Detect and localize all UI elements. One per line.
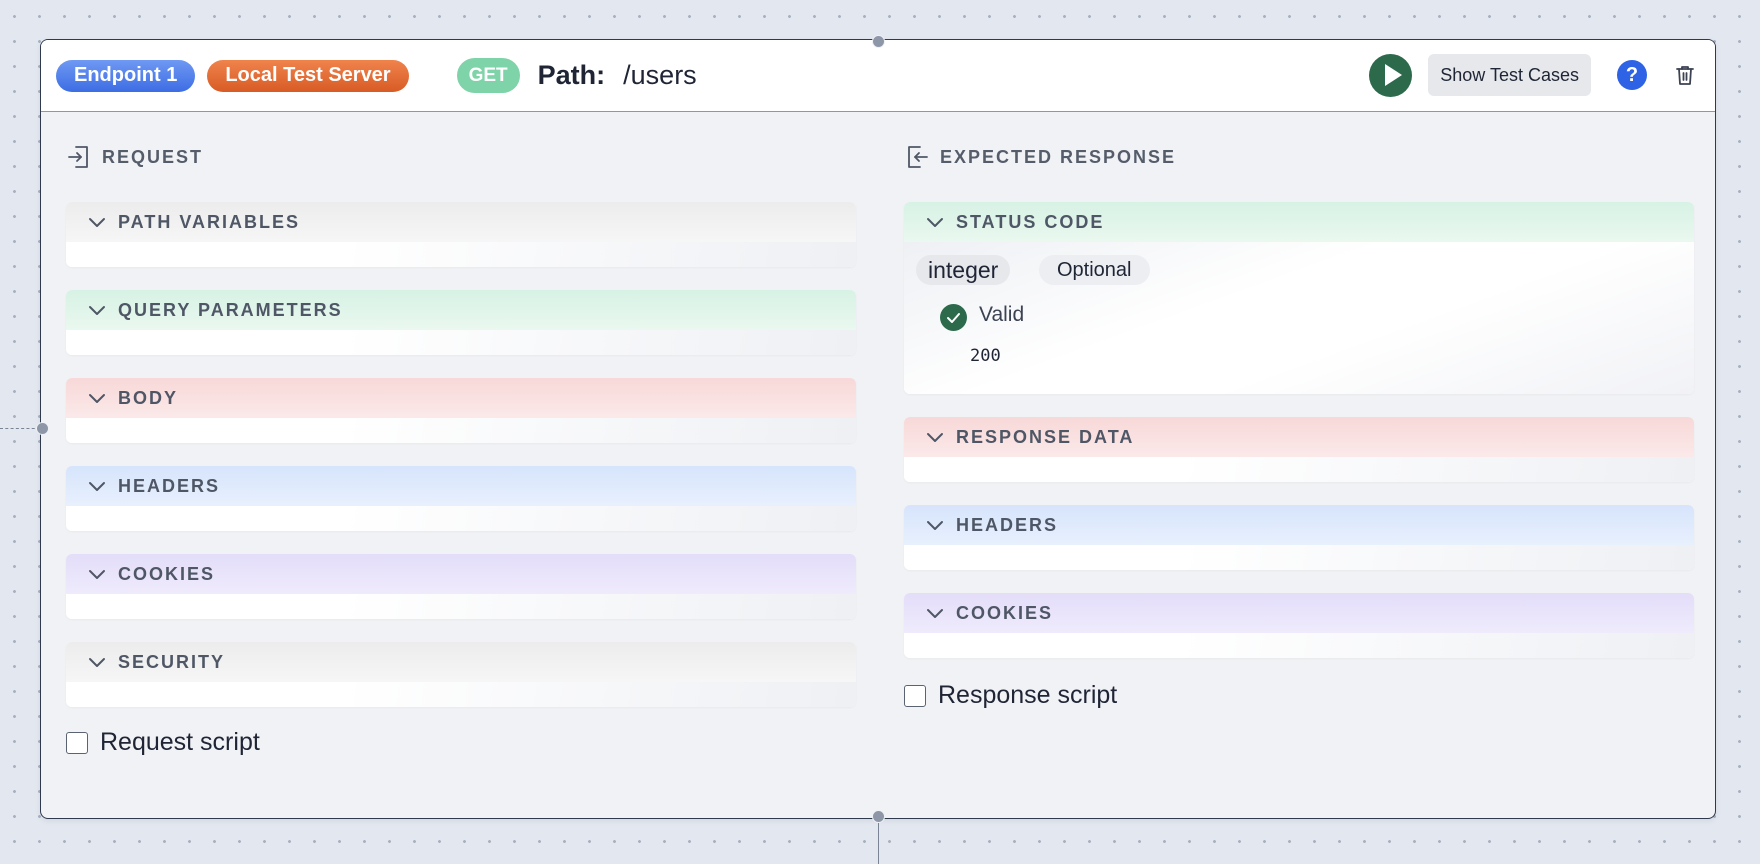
section-response-headers: HEADERS — [904, 505, 1694, 570]
section-body — [904, 545, 1694, 570]
section-header[interactable]: RESPONSE DATA — [904, 417, 1694, 457]
response-script-label: Response script — [938, 681, 1118, 709]
path-value[interactable]: /users — [623, 60, 697, 91]
node-header: Endpoint 1 Local Test Server GET Path: /… — [41, 40, 1715, 112]
sign-out-icon — [908, 146, 928, 168]
section-label: QUERY PARAMETERS — [118, 299, 343, 320]
section-request-headers: HEADERS — [66, 466, 856, 531]
section-header[interactable]: COOKIES — [66, 554, 856, 594]
response-script-checkbox[interactable] — [904, 684, 926, 707]
section-security: SECURITY — [66, 642, 856, 707]
section-label: HEADERS — [118, 475, 221, 496]
section-header[interactable]: STATUS CODE — [904, 202, 1694, 242]
section-body — [66, 242, 856, 267]
request-script-label: Request script — [100, 728, 260, 756]
header-actions: Show Test Cases ? — [1369, 40, 1697, 110]
help-button[interactable]: ? — [1617, 60, 1647, 90]
request-heading: REQUEST — [66, 112, 856, 202]
section-header[interactable]: HEADERS — [904, 505, 1694, 545]
endpoint-badge[interactable]: Endpoint 1 — [56, 59, 196, 92]
chevron-down-icon — [89, 482, 105, 491]
section-header[interactable]: COOKIES — [904, 593, 1694, 633]
trash-icon — [1676, 66, 1694, 85]
request-title: REQUEST — [102, 146, 204, 167]
method-badge[interactable]: GET — [456, 58, 520, 93]
section-body — [66, 506, 856, 531]
optional-badge[interactable]: Optional — [1039, 255, 1150, 285]
response-column: EXPECTED RESPONSE STATUS CODE integer Op… — [904, 112, 1694, 681]
chevron-down-icon — [89, 306, 105, 315]
chevron-down-icon — [927, 521, 943, 530]
run-button[interactable] — [1369, 53, 1413, 97]
section-response-data: RESPONSE DATA — [904, 417, 1694, 482]
connection-handle-bottom[interactable] — [872, 810, 885, 823]
valid-label: Valid — [979, 303, 1025, 326]
chevron-down-icon — [927, 218, 943, 227]
section-body — [904, 457, 1694, 482]
delete-button[interactable] — [1673, 62, 1697, 88]
section-path-variables: PATH VARIABLES — [66, 202, 856, 267]
section-body — [66, 594, 856, 619]
request-script-checkbox[interactable] — [66, 731, 88, 754]
section-body — [904, 633, 1694, 658]
section-response-cookies: COOKIES — [904, 593, 1694, 658]
chevron-down-icon — [89, 570, 105, 579]
section-header[interactable]: BODY — [66, 378, 856, 418]
section-body — [66, 418, 856, 443]
response-script-toggle[interactable]: Response script — [904, 681, 1117, 710]
section-body — [66, 330, 856, 355]
response-heading: EXPECTED RESPONSE — [904, 112, 1694, 202]
status-code-value[interactable]: 200 — [970, 346, 1001, 366]
path-label: Path: — [537, 60, 606, 90]
incoming-edge — [0, 428, 40, 429]
section-label: RESPONSE DATA — [956, 426, 1135, 447]
section-body — [66, 682, 856, 707]
request-script-toggle[interactable]: Request script — [66, 728, 260, 757]
chevron-down-icon — [927, 433, 943, 442]
connection-handle-top[interactable] — [872, 35, 885, 48]
chevron-down-icon — [89, 394, 105, 403]
check-circle-icon — [940, 304, 967, 331]
sign-in-icon — [68, 146, 88, 168]
section-label: STATUS CODE — [956, 211, 1105, 232]
section-label: BODY — [118, 387, 179, 408]
show-test-cases-button[interactable]: Show Test Cases — [1428, 54, 1591, 96]
section-query-parameters: QUERY PARAMETERS — [66, 290, 856, 355]
section-header[interactable]: QUERY PARAMETERS — [66, 290, 856, 330]
section-label: COOKIES — [118, 563, 216, 584]
section-label: HEADERS — [956, 514, 1059, 535]
section-header[interactable]: SECURITY — [66, 642, 856, 682]
connection-handle-left[interactable] — [36, 422, 49, 435]
section-header[interactable]: HEADERS — [66, 466, 856, 506]
response-title: EXPECTED RESPONSE — [940, 146, 1177, 167]
section-request-cookies: COOKIES — [66, 554, 856, 619]
section-label: PATH VARIABLES — [118, 211, 301, 232]
question-mark-icon: ? — [1625, 63, 1639, 86]
server-badge[interactable]: Local Test Server — [207, 59, 409, 92]
request-column: REQUEST PATH VARIABLES QUERY PARAMETERS … — [66, 112, 856, 730]
chevron-down-icon — [89, 658, 105, 667]
section-body-params: BODY — [66, 378, 856, 443]
type-badge[interactable]: integer — [916, 255, 1011, 285]
endpoint-node[interactable]: Endpoint 1 Local Test Server GET Path: /… — [40, 39, 1716, 819]
section-status-code: STATUS CODE integer Optional Valid 200 — [904, 202, 1694, 394]
section-header[interactable]: PATH VARIABLES — [66, 202, 856, 242]
status-code-body: integer Optional Valid 200 — [904, 242, 1694, 394]
section-label: COOKIES — [956, 602, 1054, 623]
chevron-down-icon — [89, 218, 105, 227]
section-label: SECURITY — [118, 651, 226, 672]
outgoing-edge — [878, 816, 879, 864]
play-icon — [1384, 64, 1402, 86]
chevron-down-icon — [927, 609, 943, 618]
